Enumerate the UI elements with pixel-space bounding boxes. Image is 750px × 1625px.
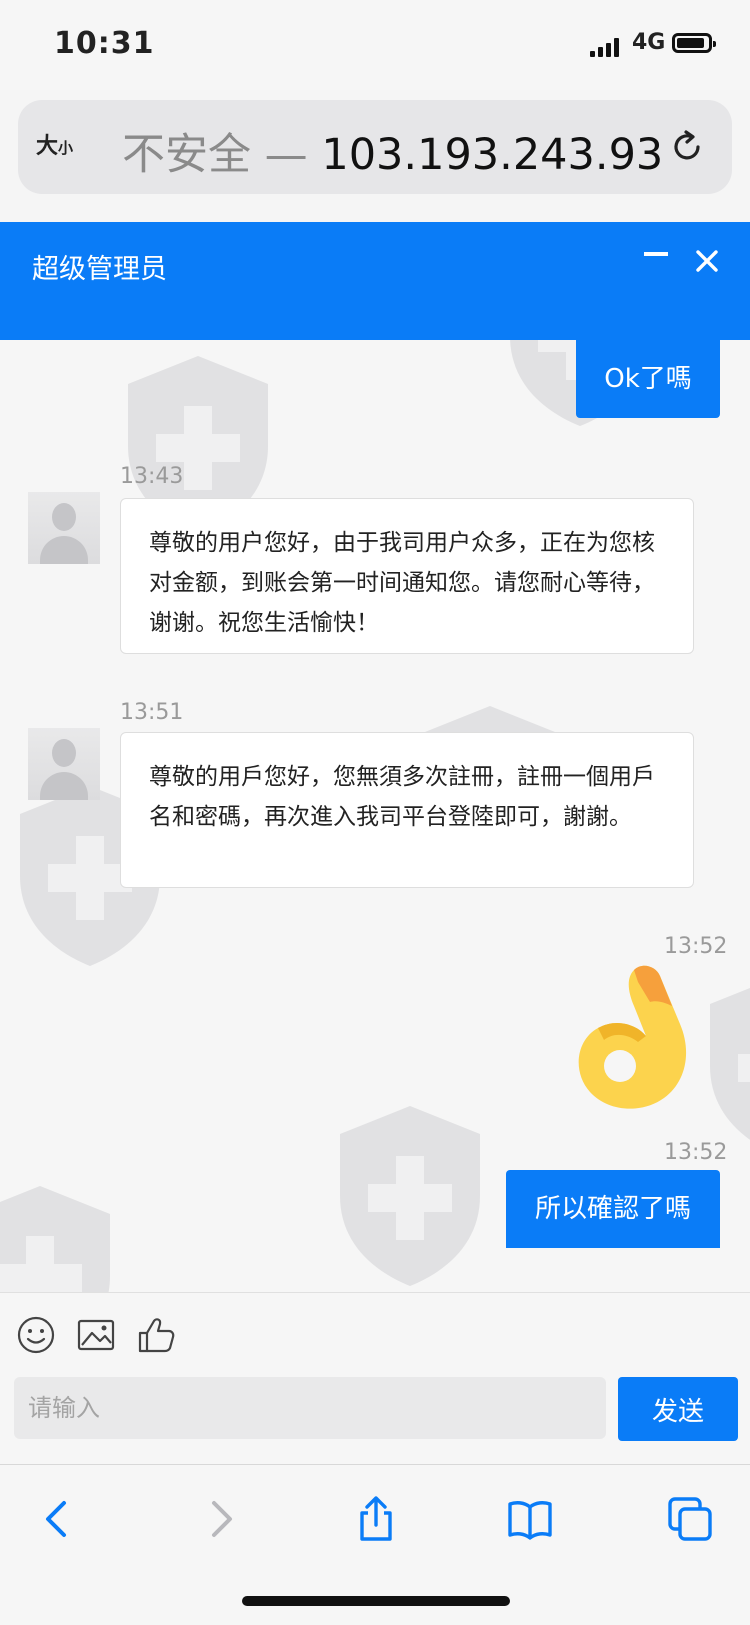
message-timestamp: 13:43 [120,464,184,489]
received-message-bubble[interactable]: 尊敬的用戶您好，您無須多次註冊，註冊一個用戶名和密碼，再次進入我司平台登陸即可，… [120,732,694,888]
chat-title: 超级管理员 [32,254,167,285]
url-host: 103.193.243.93 [321,130,664,180]
status-bar: 10:31 4G [0,0,750,90]
watermark-shield-icon [340,1106,480,1286]
text-size-big: 大 [36,134,59,159]
ok-hand-emoji-icon[interactable] [568,962,708,1112]
chat-header: 超级管理员 [0,222,750,340]
close-icon[interactable] [690,244,724,278]
message-timestamp: 13:52 [664,934,728,959]
image-icon[interactable] [76,1315,116,1355]
network-label: 4G [632,30,666,55]
send-button[interactable]: 发送 [618,1377,738,1441]
sent-message-bubble[interactable]: Ok了嗎 [576,340,720,418]
url-insecure-label: 不安全 — [122,130,322,180]
message-timestamp: 13:51 [120,700,184,725]
watermark-shield-icon [0,1186,110,1292]
url-text[interactable]: 不安全 — 103.193.243.93 [122,120,663,182]
message-timestamp: 13:52 [664,1140,728,1165]
tabs-icon[interactable] [666,1495,714,1543]
address-bar[interactable]: 大小 不安全 — 103.193.243.93 [18,100,732,194]
bookmarks-icon[interactable] [506,1495,554,1543]
text-size-button[interactable]: 大小 [36,128,73,160]
message-composer: 发送 [0,1292,750,1465]
chat-message-list[interactable]: Ok了嗎 13:43 尊敬的用户您好，由于我司用户众多，正在为您核对金额，到账会… [0,340,750,1292]
avatar [28,492,100,564]
home-indicator[interactable] [242,1596,510,1606]
text-size-small: 小 [58,139,74,157]
signal-icon [590,37,622,57]
avatar [28,728,100,800]
message-input[interactable] [14,1377,606,1439]
share-icon[interactable] [352,1495,400,1543]
emoji-icon[interactable] [16,1315,56,1355]
minimize-icon[interactable] [644,252,668,256]
battery-icon [672,33,716,53]
received-message-bubble[interactable]: 尊敬的用户您好，由于我司用户众多，正在为您核对金额，到账会第一时间通知您。请您耐… [120,498,694,654]
reload-icon[interactable] [670,130,704,164]
thumbs-up-icon[interactable] [136,1315,176,1355]
forward-icon[interactable] [196,1495,244,1543]
back-icon[interactable] [34,1495,82,1543]
status-time: 10:31 [54,26,155,61]
sent-message-bubble[interactable]: 所以確認了嗎 [506,1170,720,1248]
